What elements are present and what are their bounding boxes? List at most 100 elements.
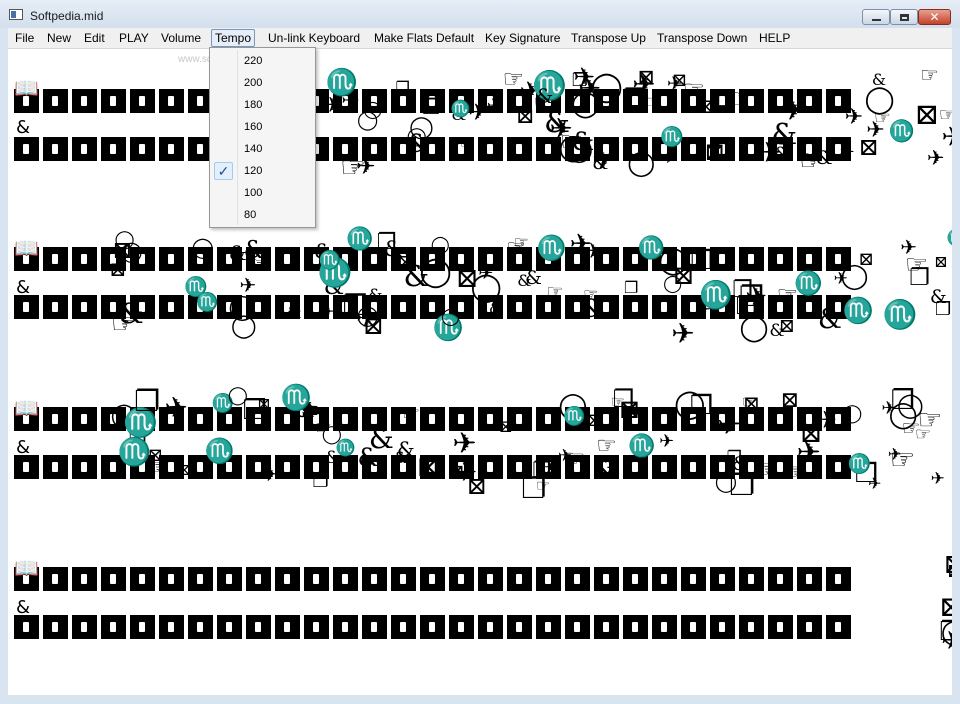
note-block-icon — [217, 615, 242, 639]
music-symbol-icon: ❐ — [571, 70, 588, 92]
tempo-option-100[interactable]: 100 — [210, 182, 315, 204]
minimize-icon — [871, 19, 881, 21]
clef-icon: & — [16, 277, 31, 298]
note-block-icon — [565, 615, 590, 639]
music-symbol-icon: ☞ — [645, 91, 661, 111]
note-block-icon — [72, 407, 97, 431]
menu-play[interactable]: PLAY — [119, 30, 149, 46]
note-block-icon — [652, 615, 677, 639]
music-symbol-icon: & — [488, 298, 504, 318]
menu-tempo[interactable]: Tempo — [211, 29, 256, 47]
menu-new[interactable]: New — [47, 30, 71, 46]
music-symbol-icon: ◯ — [430, 235, 450, 256]
tempo-option-180[interactable]: 180 — [210, 94, 315, 116]
music-symbol-icon: ♏ — [888, 118, 916, 143]
music-symbol-icon: ❐ — [342, 289, 368, 323]
note-block-icon — [710, 567, 735, 591]
note-block-icon — [159, 567, 184, 591]
music-symbol-icon: ✈ — [659, 431, 675, 453]
close-button[interactable]: ✕ — [918, 9, 951, 25]
minimize-button[interactable] — [862, 9, 890, 25]
note-block-icon — [623, 615, 648, 639]
music-symbol-icon: ☞ — [546, 281, 564, 304]
note-block-icon — [623, 567, 648, 591]
music-symbol-icon: ⊠ — [934, 252, 948, 272]
window-frame-right — [952, 28, 960, 704]
music-symbol-icon: & — [817, 303, 842, 335]
note-block-icon — [333, 615, 358, 639]
music-symbol-icon: ❐ — [376, 229, 397, 255]
music-symbol-icon: & — [769, 321, 785, 342]
music-symbol-icon: ♏ — [847, 452, 872, 475]
note-block-icon — [43, 247, 68, 271]
music-symbol-icon: ♏ — [318, 250, 341, 272]
music-symbol-icon: ♏ — [842, 295, 874, 325]
music-symbol-icon: ☞ — [776, 281, 799, 310]
tempo-option-label: 180 — [244, 99, 263, 111]
music-symbol-icon: ◯ — [419, 254, 452, 289]
score-canvas[interactable]: www.softpedia.com 📖&📖&📖&📖&✈✈◯◯◯☞&♏☞✈♏☞◯&… — [8, 49, 952, 695]
menu-bar: File New Edit PLAY Volume Tempo Un-link … — [0, 28, 960, 49]
menu-edit[interactable]: Edit — [84, 30, 105, 46]
music-symbol-icon: ✈ — [356, 154, 376, 181]
menu-transpose-down[interactable]: Transpose Down — [657, 30, 747, 46]
music-symbol-icon: & — [871, 69, 887, 89]
menu-help[interactable]: HELP — [759, 30, 790, 46]
note-block-icon — [130, 137, 155, 161]
book-clef-icon: 📖 — [14, 236, 39, 260]
music-symbol-icon: ◯ — [406, 126, 427, 148]
music-symbol-icon: ⊠ — [455, 263, 479, 295]
menu-volume[interactable]: Volume — [161, 30, 201, 46]
note-block-icon — [101, 137, 126, 161]
music-symbol-icon: ✈ — [844, 104, 864, 130]
music-symbol-icon: ◯ — [363, 100, 383, 121]
menu-transpose-up[interactable]: Transpose Up — [571, 30, 646, 46]
note-block-icon — [681, 567, 706, 591]
note-block-icon — [43, 295, 68, 319]
maximize-button[interactable] — [890, 9, 918, 25]
music-symbol-icon: ☞ — [564, 446, 586, 473]
tempo-option-label: 120 — [244, 165, 263, 177]
tempo-option-220[interactable]: 220 — [210, 50, 315, 72]
note-block-icon — [14, 295, 39, 319]
music-symbol-icon: ◯ — [658, 245, 689, 277]
music-symbol-icon: ♏ — [947, 230, 952, 246]
music-symbol-icon: ✈ — [261, 461, 279, 486]
note-block-icon — [478, 567, 503, 591]
note-block-icon — [420, 567, 445, 591]
clef-icon: & — [16, 117, 31, 138]
note-block-icon — [246, 615, 271, 639]
title-bar: Softpedia.mid ✕ — [0, 0, 960, 29]
music-symbol-icon: & — [118, 296, 144, 330]
music-symbol-icon: ☞ — [754, 453, 778, 483]
note-block-icon — [739, 615, 764, 639]
note-block-icon — [101, 567, 126, 591]
tempo-option-200[interactable]: 200 — [210, 72, 315, 94]
music-symbol-icon: & — [593, 455, 615, 484]
music-symbol-icon: ⊠ — [177, 460, 192, 480]
menu-key-signature[interactable]: Key Signature — [485, 30, 560, 46]
music-symbol-icon: & — [324, 447, 341, 468]
music-symbol-icon: ⊠ — [704, 137, 726, 167]
music-symbol-icon: ❐ — [622, 83, 645, 112]
menu-unlink-keyboard[interactable]: Un-link Keyboard — [268, 30, 360, 46]
music-symbol-icon: ✈ — [468, 100, 488, 127]
music-symbol-icon: ♏ — [196, 292, 219, 314]
tempo-option-80[interactable]: 80 — [210, 204, 315, 226]
music-symbol-icon: ⊠ — [586, 409, 602, 431]
note-block-icon — [72, 295, 97, 319]
tempo-option-160[interactable]: 160 — [210, 116, 315, 138]
music-symbol-icon: ◯ — [191, 235, 214, 260]
tempo-option-140[interactable]: 140 — [210, 138, 315, 160]
note-block-icon — [478, 137, 503, 161]
note-block-icon — [391, 615, 416, 639]
tempo-option-label: 140 — [244, 143, 263, 155]
tempo-option-120[interactable]: ✓ 120 — [210, 160, 315, 182]
menu-file[interactable]: File — [15, 30, 34, 46]
note-block-icon — [275, 615, 300, 639]
music-symbol-icon: ♏ — [325, 67, 358, 98]
note-block-icon — [768, 615, 793, 639]
menu-make-flats-default[interactable]: Make Flats Default — [374, 30, 474, 46]
note-block-icon — [797, 615, 822, 639]
note-block-icon — [159, 137, 184, 161]
